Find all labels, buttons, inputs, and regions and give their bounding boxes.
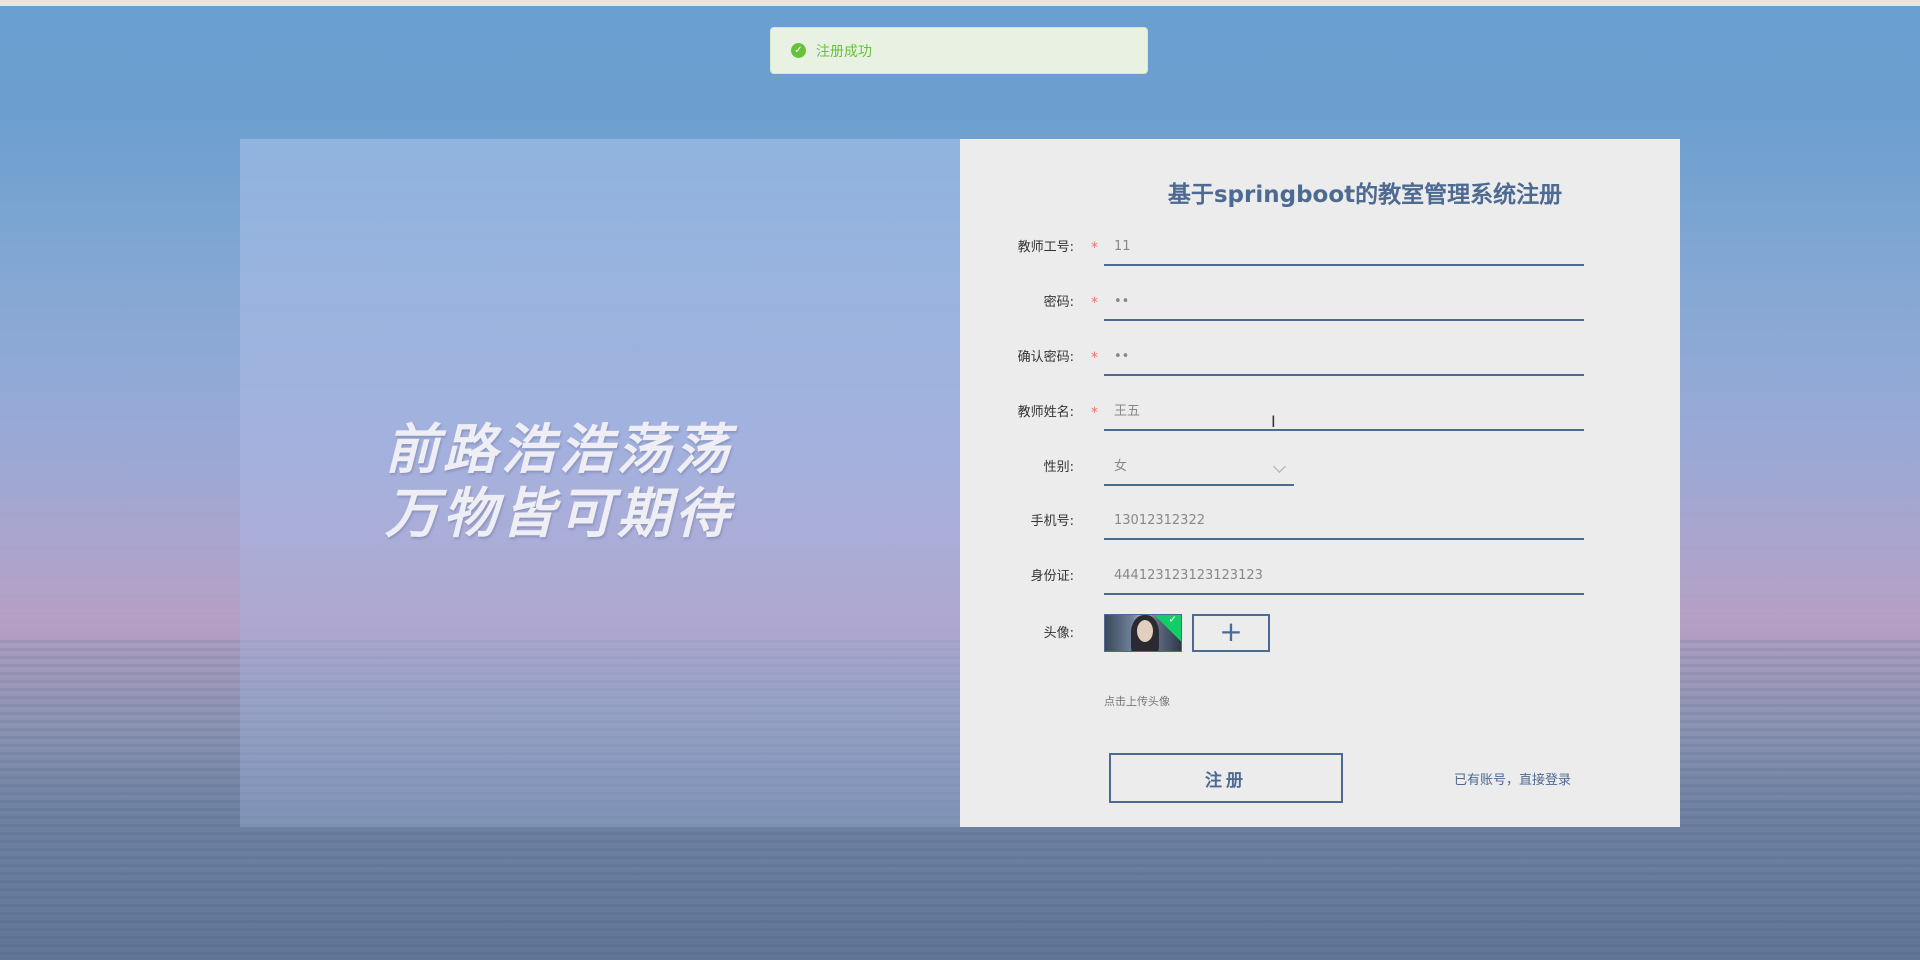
form-title: 基于springboot的教室管理系统注册 xyxy=(1167,182,1563,208)
avatar-thumbnail[interactable]: ✓ xyxy=(1104,614,1182,652)
required-mark: * xyxy=(1091,240,1098,256)
password-row: 密码: * •• xyxy=(960,283,1680,323)
success-check-icon: ✓ xyxy=(791,43,806,58)
slogan-line-2: 万物皆可期待 xyxy=(385,482,733,545)
gender-row: 性别: 女 xyxy=(960,448,1680,488)
slogan-line-1: 前路浩浩荡荡 xyxy=(385,418,733,481)
teacher-id-input[interactable]: 11 xyxy=(1104,230,1584,266)
top-bar xyxy=(0,0,1920,6)
teacher-name-label: 教师姓名: xyxy=(1017,405,1074,420)
check-icon: ✓ xyxy=(1168,614,1177,626)
phone-input[interactable]: 13012312322 xyxy=(1104,504,1584,540)
confirm-password-input[interactable]: •• xyxy=(1104,340,1584,376)
register-form-panel: 基于springboot的教室管理系统注册 教师工号: * 11 密码: * •… xyxy=(960,139,1680,827)
teacher-name-row: 教师姓名: * 王五 xyxy=(960,393,1680,433)
success-toast: ✓ 注册成功 xyxy=(770,27,1148,74)
phone-label: 手机号: xyxy=(1030,514,1074,529)
toast-text: 注册成功 xyxy=(816,43,872,60)
required-mark: * xyxy=(1091,350,1098,366)
login-link[interactable]: 已有账号，直接登录 xyxy=(1454,769,1571,788)
upload-hint: 点击上传头像 xyxy=(1104,695,1170,708)
avatar-face xyxy=(1137,620,1153,642)
text-cursor-icon: I xyxy=(1271,412,1276,431)
avatar-row: 头像: ✓ + xyxy=(960,614,1680,654)
gender-label: 性别: xyxy=(1043,460,1074,475)
register-button[interactable]: 注册 xyxy=(1109,753,1343,803)
upload-avatar-button[interactable]: + xyxy=(1192,614,1270,652)
chevron-down-icon xyxy=(1273,460,1286,473)
teacher-id-row: 教师工号: * 11 xyxy=(960,228,1680,268)
password-input[interactable]: •• xyxy=(1104,285,1584,321)
phone-row: 手机号: 13012312322 xyxy=(960,502,1680,542)
gender-select[interactable]: 女 xyxy=(1104,450,1294,486)
confirm-password-label: 确认密码: xyxy=(1017,350,1074,365)
id-card-input[interactable]: 444123123123123123 xyxy=(1104,559,1584,595)
avatar-label: 头像: xyxy=(1043,626,1074,641)
confirm-password-row: 确认密码: * •• xyxy=(960,338,1680,378)
gender-selected-value: 女 xyxy=(1114,459,1128,474)
teacher-name-input[interactable]: 王五 xyxy=(1104,395,1584,431)
id-card-label: 身份证: xyxy=(1030,569,1074,584)
required-mark: * xyxy=(1091,295,1098,311)
id-card-row: 身份证: 444123123123123123 xyxy=(960,557,1680,597)
slogan: 前路浩浩荡荡 万物皆可期待 xyxy=(385,418,845,546)
teacher-id-label: 教师工号: xyxy=(1017,240,1074,255)
password-label: 密码: xyxy=(1043,295,1074,310)
required-mark: * xyxy=(1091,405,1098,421)
